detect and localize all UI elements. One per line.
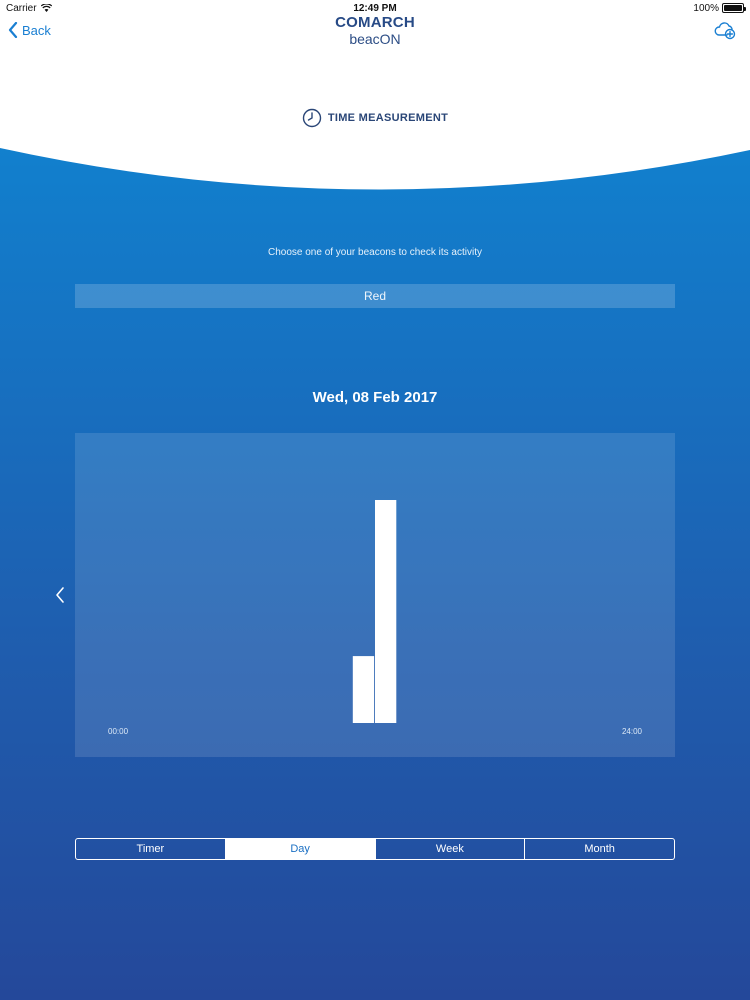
activity-chart: 00:00 24:00	[75, 433, 675, 757]
cloud-add-button[interactable]	[714, 20, 736, 45]
period-segmented-control[interactable]: Timer Day Week Month	[75, 838, 675, 860]
chart-bar-1	[375, 500, 397, 723]
clock-icon	[302, 108, 322, 128]
tab-day[interactable]: Day	[224, 839, 375, 859]
chart-canvas	[352, 500, 397, 723]
beacon-selected-value: Red	[363, 289, 386, 303]
date-title: Wed, 08 Feb 2017	[312, 389, 438, 406]
cloud-plus-icon	[714, 22, 736, 40]
x-tick-start: 00:00	[108, 727, 129, 736]
tab-week[interactable]: Week	[374, 839, 525, 859]
status-time: 12:49 PM	[353, 2, 397, 14]
tab-timer[interactable]: Timer	[76, 839, 225, 859]
section-header: TIME MEASUREMENT	[0, 108, 750, 128]
chart-bar-0	[352, 656, 375, 723]
beacon-selector[interactable]: Red	[75, 284, 675, 308]
tab-month[interactable]: Month	[524, 839, 674, 859]
battery-icon	[722, 3, 746, 13]
x-tick-end: 24:00	[621, 727, 642, 736]
brand-name-bottom: beacON	[349, 31, 401, 47]
beacon-instructions: Choose one of your beacons to check its …	[267, 247, 482, 258]
previous-day-button[interactable]	[52, 584, 68, 606]
brand-logo: COMARCH beacON	[0, 14, 750, 47]
brand-name-top: COMARCH	[335, 14, 415, 31]
chevron-left-icon	[56, 587, 64, 603]
section-title: TIME MEASUREMENT	[327, 112, 449, 124]
